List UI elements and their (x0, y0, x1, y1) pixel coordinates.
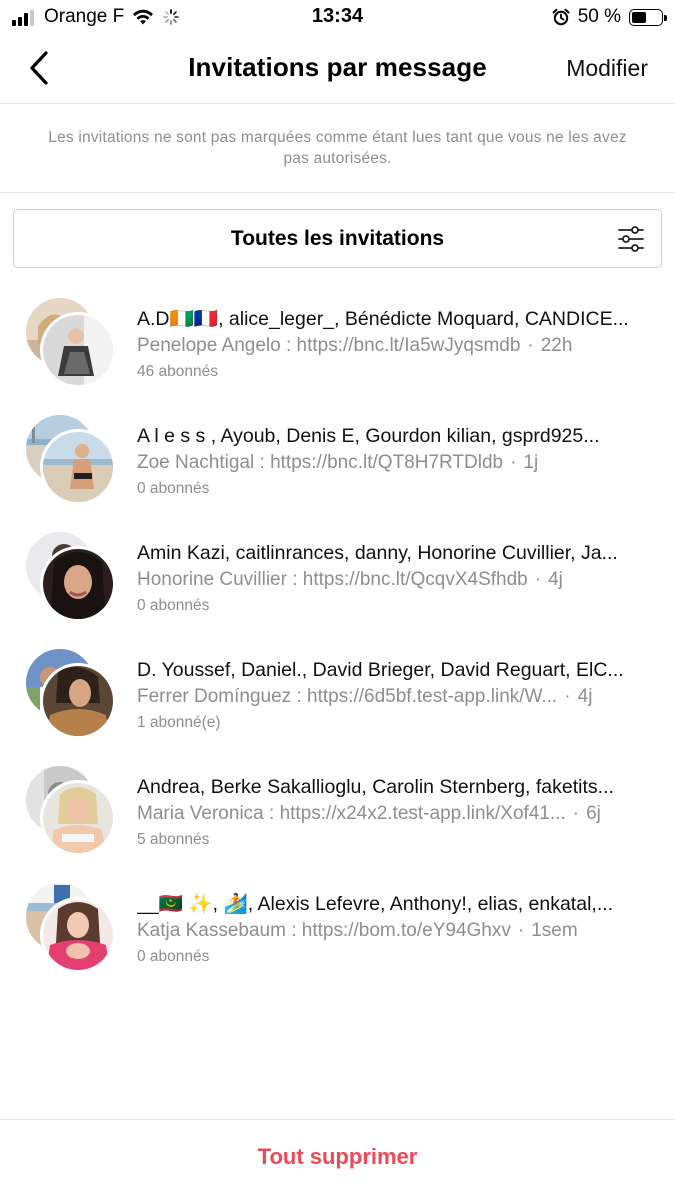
request-text: __🇲🇷 ✨, 🏄, Alexis Lefevre, Anthony!, eli… (137, 892, 649, 967)
list-item[interactable]: A l e s s , Ayoub, Denis E, Gourdon kili… (0, 407, 675, 524)
info-banner: Les invitations ne sont pas marquées com… (0, 104, 675, 193)
separator-dot: · (517, 920, 525, 941)
separator-dot: · (527, 335, 534, 356)
avatar (40, 546, 116, 622)
request-time: 4j (548, 569, 563, 590)
avatar (40, 429, 116, 505)
separator-dot: · (510, 452, 517, 473)
status-right: 50 % (552, 6, 667, 28)
list-item[interactable]: Amin Kazi, caitlinrances, danny, Honorin… (0, 524, 675, 641)
request-text: A.D🇨🇮🇫🇷, alice_leger_, Bénédicte Moquard… (137, 307, 649, 382)
request-list: A.D🇨🇮🇫🇷, alice_leger_, Bénédicte Moquard… (0, 290, 675, 992)
list-item[interactable]: __🇲🇷 ✨, 🏄, Alexis Lefevre, Anthony!, eli… (0, 875, 675, 992)
request-text: Amin Kazi, caitlinrances, danny, Honorin… (137, 541, 649, 616)
separator-dot: · (534, 569, 542, 590)
message-preview: Honorine Cuvillier : https://bnc.lt/Qcqv… (137, 569, 528, 590)
follower-count: 0 abonnés (137, 597, 210, 614)
separator-dot: · (564, 686, 571, 707)
message-preview: Ferrer Domínguez : https://6d5bf.test-ap… (137, 686, 558, 707)
request-time: 22h (540, 335, 573, 356)
request-names: Andrea, Berke Sakallioglu, Carolin Stern… (137, 776, 614, 798)
request-time: 6j (586, 803, 601, 824)
avatar-group (24, 881, 120, 977)
request-names: A l e s s , Ayoub, Denis E, Gourdon kili… (137, 425, 600, 447)
follower-count: 46 abonnés (137, 363, 219, 380)
request-time: 1sem (531, 920, 578, 941)
sliders-icon (618, 226, 644, 252)
request-names: D. Youssef, Daniel., David Brieger, Davi… (137, 659, 624, 681)
avatar-group (24, 413, 120, 509)
avatar-group (24, 530, 120, 626)
info-text: Les invitations ne sont pas marquées com… (48, 129, 627, 167)
separator-dot: · (572, 803, 580, 824)
avatar (40, 663, 116, 739)
bottom-bar: Tout supprimer (0, 1119, 675, 1200)
avatar-group (24, 296, 120, 392)
request-preview: Maria Veronica : https://x24x2.test-app.… (137, 802, 649, 826)
avatar (40, 897, 116, 973)
avatar-group (24, 764, 120, 860)
request-preview: Zoe Nachtigal : https://bnc.lt/QT8H7RTDl… (137, 451, 649, 475)
follower-count: 1 abonné(e) (137, 714, 221, 731)
message-preview: Maria Veronica : https://x24x2.test-app.… (137, 803, 566, 824)
battery-icon (629, 8, 667, 26)
alarm-icon (552, 8, 570, 26)
list-item[interactable]: D. Youssef, Daniel., David Brieger, Davi… (0, 641, 675, 758)
header: Invitations par message Modifier (0, 34, 675, 104)
request-preview: Katja Kassebaum : https://bom.to/eY94Ghx… (137, 919, 649, 943)
battery-percent: 50 % (577, 6, 621, 27)
message-preview: Penelope Angelo : https://bnc.lt/Ia5wJyq… (137, 335, 521, 356)
request-names: A.D🇨🇮🇫🇷, alice_leger_, Bénédicte Moquard… (137, 308, 629, 330)
delete-all-button[interactable]: Tout supprimer (0, 1144, 675, 1170)
status-bar: Orange F 13:34 50 % (0, 0, 675, 34)
request-time: 1j (523, 452, 539, 473)
request-time: 4j (577, 686, 593, 707)
request-names: Amin Kazi, caitlinrances, danny, Honorin… (137, 542, 618, 564)
request-preview: Honorine Cuvillier : https://bnc.lt/Qcqv… (137, 568, 649, 592)
request-text: D. Youssef, Daniel., David Brieger, Davi… (137, 658, 649, 733)
request-text: Andrea, Berke Sakallioglu, Carolin Stern… (137, 775, 649, 850)
follower-count: 0 abonnés (137, 480, 210, 497)
request-text: A l e s s , Ayoub, Denis E, Gourdon kili… (137, 424, 649, 499)
message-preview: Zoe Nachtigal : https://bnc.lt/QT8H7RTDl… (137, 452, 504, 473)
list-item[interactable]: Andrea, Berke Sakallioglu, Carolin Stern… (0, 758, 675, 875)
message-preview: Katja Kassebaum : https://bom.to/eY94Ghx… (137, 920, 511, 941)
filter-button[interactable]: Toutes les invitations (13, 209, 662, 268)
filter-label: Toutes les invitations (230, 227, 445, 250)
follower-count: 0 abonnés (137, 948, 210, 965)
follower-count: 5 abonnés (137, 831, 210, 848)
request-names: __🇲🇷 ✨, 🏄, Alexis Lefevre, Anthony!, eli… (137, 893, 614, 915)
list-item[interactable]: A.D🇨🇮🇫🇷, alice_leger_, Bénédicte Moquard… (0, 290, 675, 407)
battery-level (632, 11, 646, 23)
avatar (40, 780, 116, 856)
avatar (40, 312, 116, 388)
request-preview: Ferrer Domínguez : https://6d5bf.test-ap… (137, 685, 649, 709)
app-screen: Orange F 13:34 50 % Invitations par mess… (0, 0, 675, 1200)
edit-button[interactable]: Modifier (566, 55, 648, 82)
request-preview: Penelope Angelo : https://bnc.lt/Ia5wJyq… (137, 334, 649, 358)
avatar-group (24, 647, 120, 743)
